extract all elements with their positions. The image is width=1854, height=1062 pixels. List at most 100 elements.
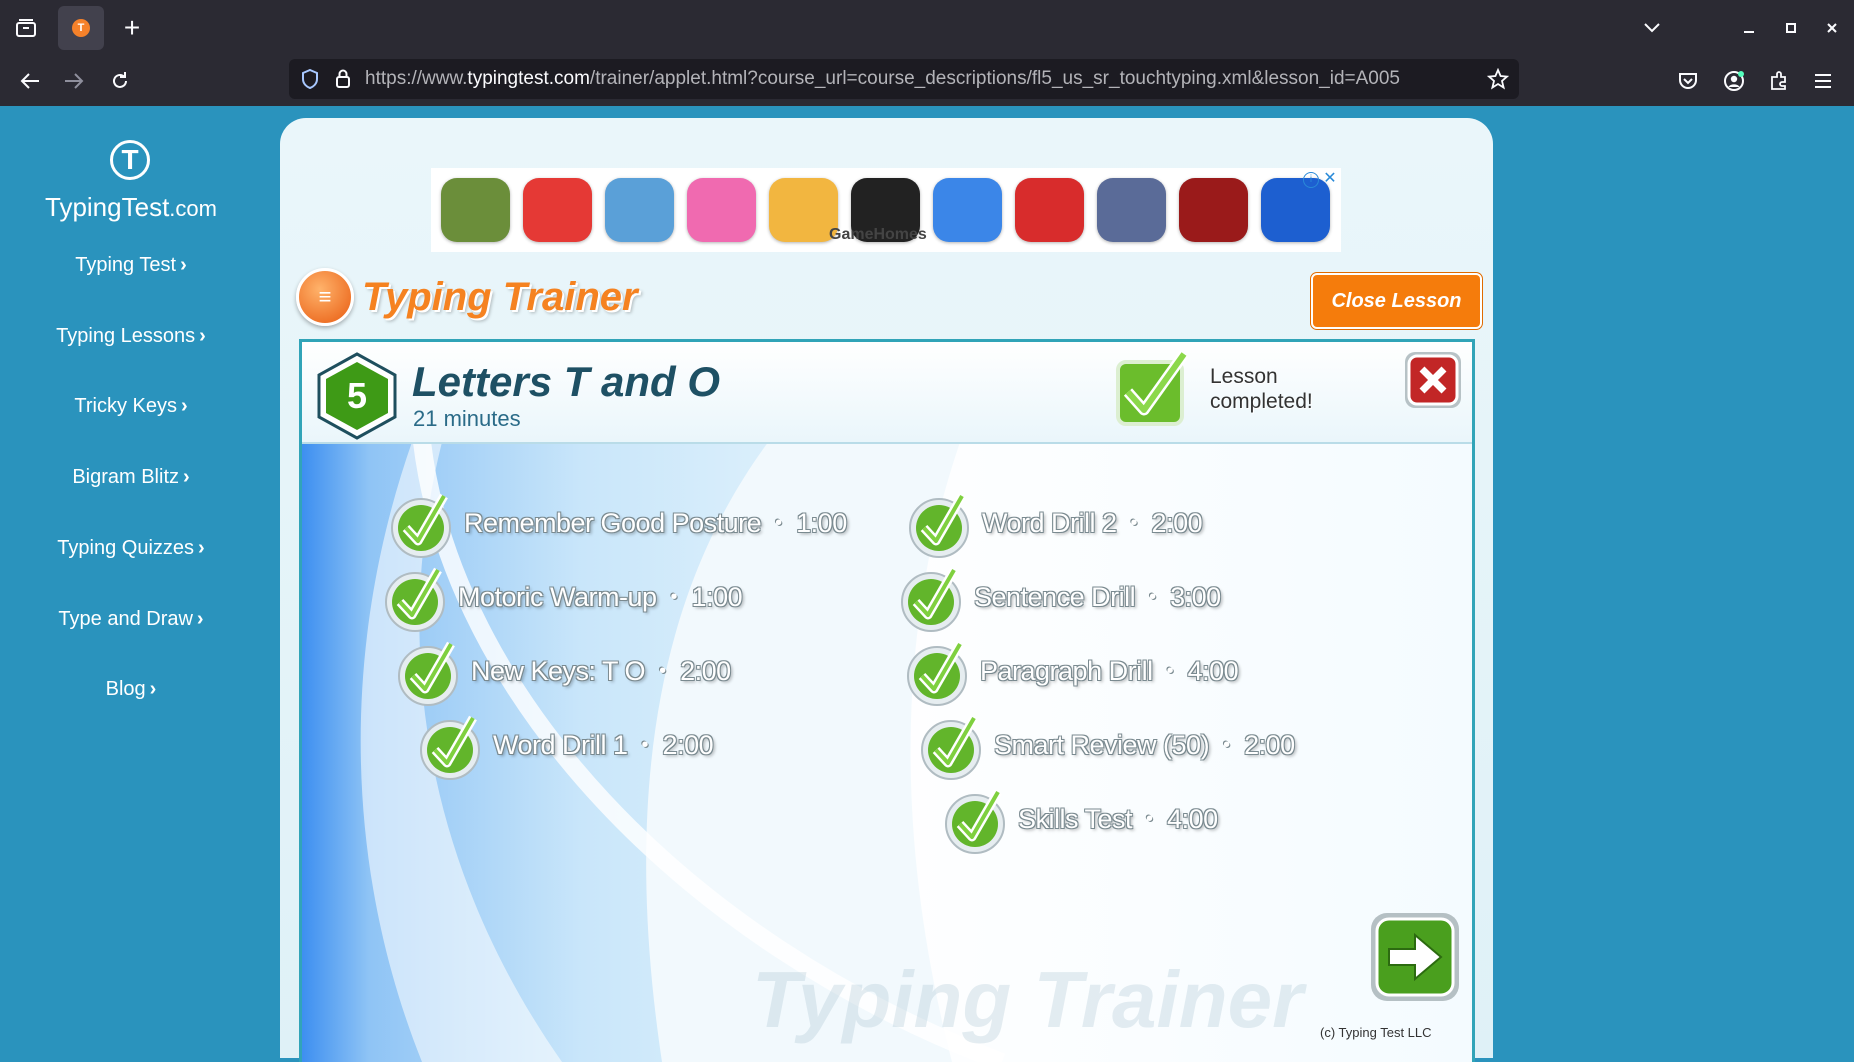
check-icon	[909, 493, 969, 558]
check-icon	[921, 715, 981, 780]
chevron-right-icon: ›	[149, 678, 157, 700]
exercise-label: Word Drill 2	[982, 507, 1117, 538]
exercise-label: New Keys: T O	[471, 655, 646, 686]
ad-game-huggy-wuggy-icon[interactable]	[1261, 178, 1330, 242]
pocket-icon[interactable]	[1672, 65, 1704, 97]
nav-label: Typing Lessons	[56, 325, 196, 347]
typing-trainer-logo: ≡ Typing Trainer	[296, 268, 638, 326]
exercise-time: 2:00	[1151, 507, 1203, 538]
nav-label: Blog	[105, 678, 146, 700]
exercise-item-left-3[interactable]: New Keys: T O • 2:00	[395, 633, 731, 709]
chevron-right-icon: ›	[180, 254, 187, 276]
nav-tricky-keys[interactable]: Tricky Keys ›	[0, 395, 262, 418]
lesson-title: Letters T and O	[412, 358, 721, 405]
chevron-right-icon: ›	[196, 608, 204, 630]
forward-icon[interactable]	[58, 65, 90, 97]
close-panel-icon[interactable]	[1403, 350, 1463, 410]
tracking-protection-shield-icon[interactable]	[301, 68, 319, 94]
separator-dot: •	[659, 659, 667, 682]
nav-typing-lessons[interactable]: Typing Lessons ›	[0, 325, 262, 348]
extensions-icon[interactable]	[1763, 65, 1795, 97]
url-prefix: https://www.	[365, 68, 468, 89]
chevron-right-icon: ›	[183, 466, 190, 488]
chevron-right-icon: ›	[198, 537, 205, 559]
separator-dot: •	[1130, 511, 1138, 534]
completed-line2: completed!	[1210, 390, 1313, 413]
lock-icon[interactable]	[335, 68, 351, 93]
reload-icon[interactable]	[104, 65, 136, 97]
check-icon	[391, 493, 451, 558]
url-text[interactable]: https://www.typingtest.com/trainer/apple…	[365, 59, 1400, 99]
exercise-item-left-1[interactable]: Remember Good Posture • 1:00	[388, 485, 847, 561]
exercise-item-right-5[interactable]: Skills Test • 4:00	[942, 781, 1218, 857]
ad-game-subway-surfers-icon[interactable]	[605, 178, 674, 242]
ad-info-icon[interactable]: i	[1303, 172, 1319, 188]
list-all-tabs-icon[interactable]	[1636, 12, 1668, 44]
ad-game-fortnite-icon[interactable]	[1097, 178, 1166, 242]
new-tab-button[interactable]: +	[116, 12, 148, 44]
active-tab[interactable]: T	[58, 6, 104, 50]
exercise-time: 2:00	[662, 729, 714, 760]
separator-dot: •	[1166, 659, 1174, 682]
minimize-icon[interactable]	[1733, 12, 1765, 44]
exercise-item-left-4[interactable]: Word Drill 1 • 2:00	[417, 707, 714, 783]
page: T TypingTest.com Typing Test › Typing Les…	[0, 106, 1854, 1062]
address-bar[interactable]: https://www.typingtest.com/trainer/apple…	[289, 59, 1519, 99]
ad-banner[interactable]: i ✕ GameHomes	[431, 168, 1341, 252]
nav-typing-test[interactable]: Typing Test ›	[0, 254, 262, 277]
exercise-label: Sentence Drill	[974, 581, 1136, 612]
exercise-time: 1:00	[796, 507, 847, 538]
ad-game-talking-angela-icon[interactable]	[687, 178, 756, 242]
exercise-label: Remember Good Posture	[464, 507, 762, 538]
nav-label: Type and Draw	[58, 608, 193, 630]
account-icon[interactable]	[1718, 65, 1750, 97]
nav-type-and-draw[interactable]: Type and Draw ›	[0, 608, 262, 631]
close-lesson-button[interactable]: Close Lesson	[1311, 273, 1482, 329]
chevron-right-icon: ›	[199, 325, 206, 347]
lesson-duration: 21 minutes	[413, 406, 521, 431]
typingtest-favicon-icon: T	[72, 19, 90, 37]
bookmark-star-icon[interactable]	[1486, 67, 1510, 95]
check-icon	[901, 567, 961, 632]
nav-typing-quizzes[interactable]: Typing Quizzes ›	[0, 537, 262, 560]
check-icon	[420, 715, 480, 780]
nav-bigram-blitz[interactable]: Bigram Blitz ›	[0, 466, 262, 489]
nav-label: Tricky Keys	[74, 395, 177, 417]
separator-dot: •	[1149, 585, 1157, 608]
next-arrow-button[interactable]	[1369, 911, 1461, 1003]
exercise-item-right-4[interactable]: Smart Review (50) • 2:00	[918, 707, 1295, 783]
exercise-item-right-1[interactable]: Word Drill 2 • 2:00	[906, 485, 1203, 561]
back-icon[interactable]	[14, 65, 46, 97]
lesson-completed-check-icon	[1116, 350, 1189, 426]
ad-close-icon[interactable]: ✕	[1321, 170, 1339, 188]
trainer-content: i ✕ GameHomes ≡ Typing Trainer Close Les…	[280, 118, 1493, 1062]
separator-dot: •	[641, 733, 649, 756]
logo-tld: .com	[169, 196, 217, 221]
ad-game-pokeball-icon[interactable]	[523, 178, 592, 242]
maximize-icon[interactable]	[1775, 12, 1807, 44]
ad-game-snake-icon[interactable]	[933, 178, 1002, 242]
separator-dot: •	[670, 585, 678, 608]
lesson-completed-label: Lesson completed!	[1210, 364, 1313, 414]
nav-blog[interactable]: Blog ›	[0, 678, 262, 701]
exercise-time: 3:00	[1170, 581, 1221, 612]
exercise-item-right-3[interactable]: Paragraph Drill • 4:00	[904, 633, 1239, 709]
exercise-item-left-2[interactable]: Motoric Warm-up • 1:00	[382, 559, 743, 635]
ad-game-among-us-icon[interactable]	[1015, 178, 1084, 242]
exercise-item-right-2[interactable]: Sentence Drill • 3:00	[898, 559, 1221, 635]
typingtest-logo-icon[interactable]: T	[110, 140, 150, 180]
check-icon	[385, 567, 445, 632]
ad-game-dragon-icon[interactable]	[1179, 178, 1248, 242]
app-menu-icon[interactable]	[1807, 65, 1839, 97]
site-logo[interactable]: TypingTest.com	[0, 192, 262, 223]
close-window-icon[interactable]	[1816, 12, 1848, 44]
ad-game-talking-tom-friends-icon[interactable]	[769, 178, 838, 242]
url-path: /trainer/applet.html?course_url=course_d…	[589, 68, 1400, 89]
trainer-logo-text: Typing Trainer	[362, 274, 638, 319]
completed-line1: Lesson	[1210, 365, 1278, 388]
url-host: typingtest.com	[467, 68, 590, 89]
exercise-label: Paragraph Drill	[980, 655, 1153, 686]
exercise-label: Smart Review (50)	[994, 729, 1210, 760]
ad-game-minecraft-icon[interactable]	[441, 178, 510, 242]
tab-overview-icon[interactable]	[10, 12, 42, 44]
